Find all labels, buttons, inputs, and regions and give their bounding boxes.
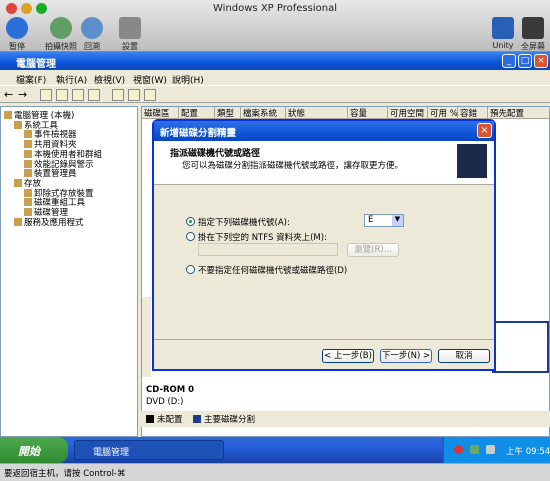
col-header[interactable]: 檔案系統: [241, 107, 286, 119]
unallocated-swatch: [146, 415, 154, 423]
tree-node-icon: [14, 217, 22, 226]
export-icon[interactable]: [128, 89, 140, 101]
unity-icon: [492, 17, 514, 39]
chevron-down-icon: ▼: [392, 215, 403, 226]
start-button[interactable]: 開始: [0, 437, 68, 463]
mac-window-title: Windows XP Professional: [213, 3, 337, 14]
col-header[interactable]: 容錯: [458, 107, 488, 119]
properties-icon[interactable]: [72, 89, 84, 101]
browse-button[interactable]: 瀏覽(R)...: [347, 243, 399, 257]
console-icon[interactable]: [144, 89, 156, 101]
window-toolbar: ← →: [0, 85, 550, 103]
next-button[interactable]: 下一步(N) >: [380, 349, 432, 363]
dialog-close-button[interactable]: ×: [477, 123, 492, 138]
forward-arrow-icon[interactable]: →: [18, 88, 27, 101]
maximize-button[interactable]: □: [518, 54, 532, 68]
window-titlebar: 電腦管理: [0, 52, 550, 70]
legend-primary: 主要磁碟分割: [204, 415, 256, 425]
fullscreen-button[interactable]: 全屏幕: [516, 17, 550, 52]
console-tree: 電腦管理 (本機) 系統工具 事件檢視器 共用資料夾 本機使用者和群組 效能記錄與警示 裝置…: [0, 106, 138, 437]
clock[interactable]: 上午 09:54: [506, 445, 550, 457]
dialog-header-desc: 您可以為磁碟分割指派磁碟機代號或路徑，讓存取更方便。: [182, 161, 404, 171]
col-header[interactable]: 配置: [179, 107, 215, 119]
col-header[interactable]: 預先配置: [488, 107, 550, 119]
drive-letter-select[interactable]: E ▼: [364, 214, 404, 227]
pause-icon: [6, 17, 28, 39]
col-header[interactable]: 磁碟區: [142, 107, 179, 119]
fullscreen-icon: [522, 17, 544, 39]
disk-legend: 未配置 主要磁碟分割: [141, 411, 550, 427]
up-folder-icon[interactable]: [40, 89, 52, 101]
folder-path-field[interactable]: [198, 243, 338, 256]
back-button[interactable]: < 上一步(B): [322, 349, 374, 363]
dialog-divider: [154, 339, 494, 340]
legend-unallocated: 未配置: [157, 415, 183, 425]
taskbar: 開始 電腦管理 上午 09:54: [0, 437, 550, 463]
dialog-header-title: 指派磁碟機代號或路徑: [170, 149, 261, 159]
menu-bar: 檔案(F) 執行(A) 檢視(V) 視窗(W) 說明(H): [0, 71, 550, 86]
col-header[interactable]: 容量: [348, 107, 388, 119]
tree-node-icon: [14, 120, 22, 129]
col-header[interactable]: 可用空間: [388, 107, 428, 119]
disk-stack-icon: [457, 144, 487, 178]
tree-item[interactable]: 服務及應用程式: [14, 216, 84, 228]
primary-swatch: [193, 415, 201, 423]
minimize-button[interactable]: _: [502, 54, 516, 68]
cancel-button[interactable]: 取消: [438, 349, 490, 363]
tree-node-icon: [4, 111, 12, 119]
settings-icon: [119, 17, 141, 39]
radio-icon[interactable]: [186, 217, 195, 226]
back-arrow-icon[interactable]: ←: [4, 88, 13, 101]
assign-letter-option[interactable]: 指定下列磁碟機代號(A):: [186, 216, 290, 228]
cdrom-label: CD-ROM 0: [146, 385, 195, 395]
dialog-title: 新增磁碟分割精靈: [154, 121, 494, 141]
col-header[interactable]: 狀態: [286, 107, 348, 119]
radio-icon[interactable]: [186, 232, 195, 241]
cdrom-type: DVD (D:): [146, 397, 184, 407]
mac-toolbar: Windows XP Professional 暂停 拍攝快照 回溯 設置 Un…: [0, 0, 550, 52]
network-icon[interactable]: [470, 445, 479, 454]
unity-button[interactable]: Unity: [486, 17, 520, 50]
revert-button[interactable]: 回溯: [75, 17, 109, 52]
tree-node-icon: [14, 178, 22, 187]
camera-icon: [50, 17, 72, 39]
settings-button[interactable]: 設置: [113, 17, 147, 52]
refresh-icon[interactable]: [112, 89, 124, 101]
radio-icon[interactable]: [186, 265, 195, 274]
vm-status-bar: 要返回宿主机，请按 Control-⌘: [0, 463, 550, 481]
pause-button[interactable]: 暂停: [0, 17, 34, 52]
volume-icon[interactable]: [486, 445, 495, 454]
taskbar-item[interactable]: 電腦管理: [74, 440, 224, 460]
security-icon[interactable]: [454, 445, 463, 454]
no-letter-option[interactable]: 不要指定任何磁碟機代號或磁碟路徑(D): [186, 264, 347, 276]
col-header[interactable]: 可用 %: [428, 107, 458, 119]
help-icon[interactable]: [88, 89, 100, 101]
col-header[interactable]: 類型: [215, 107, 241, 119]
dialog-header: 指派磁碟機代號或路徑 您可以為磁碟分割指派磁碟機代號或路徑，讓存取更方便。: [154, 141, 494, 185]
partition-block[interactable]: [492, 321, 549, 373]
new-partition-wizard: 新增磁碟分割精靈 × 指派磁碟機代號或路徑 您可以為磁碟分割指派磁碟機代號或路徑…: [152, 119, 496, 371]
close-button[interactable]: ×: [534, 54, 548, 68]
system-tray: 上午 09:54: [443, 437, 550, 463]
console-tree-icon[interactable]: [56, 89, 68, 101]
disk-label-strip: [142, 297, 151, 377]
mount-folder-option[interactable]: 掛在下列空的 NTFS 資料夾上(M):: [186, 231, 327, 243]
revert-icon: [81, 17, 103, 39]
